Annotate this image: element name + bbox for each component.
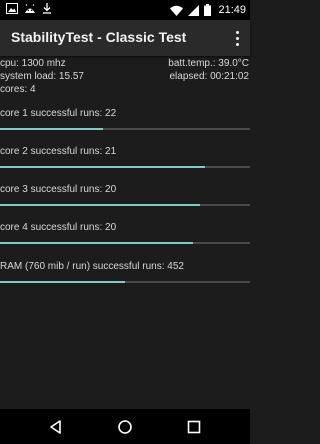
core-2-block: core 2 successful runs: 21 <box>0 146 250 176</box>
core-3-progress-track <box>0 204 250 206</box>
cpu-freq-text: cpu: 1300 mhz <box>0 58 66 69</box>
core-1-progress-fill <box>0 128 103 130</box>
core-3-label: core 3 successful runs: 20 <box>0 184 117 195</box>
core-4-label: core 4 successful runs: 20 <box>0 222 117 233</box>
battery-temp-text: batt.temp.: 39.0°C <box>168 58 249 69</box>
status-left-icons <box>6 3 52 14</box>
back-icon[interactable] <box>47 418 65 436</box>
ram-label: RAM (760 mib / run) successful runs: 452 <box>0 261 184 272</box>
status-clock: 21:49 <box>218 4 246 16</box>
download-icon <box>42 3 52 14</box>
system-load-text: system load: 15.57 <box>0 71 84 82</box>
core-2-label: core 2 successful runs: 21 <box>0 146 117 157</box>
home-icon[interactable] <box>116 418 134 436</box>
status-right-icons: 21:49 <box>170 3 246 17</box>
core-3-progress-fill <box>0 204 200 206</box>
core-1-block: core 1 successful runs: 22 <box>0 108 250 138</box>
core-4-progress-track <box>0 242 250 244</box>
elapsed-time-text: elapsed: 00:21:02 <box>169 71 249 82</box>
ram-progress-fill <box>0 281 125 283</box>
core-4-block: core 4 successful runs: 20 <box>0 222 250 252</box>
image-icon <box>6 3 18 14</box>
ram-progress-track <box>0 281 250 283</box>
core-1-progress-track <box>0 128 250 130</box>
signal-icon <box>188 4 200 16</box>
wifi-icon <box>170 5 184 16</box>
battery-icon <box>204 4 212 16</box>
core-2-progress-fill <box>0 166 205 168</box>
core-2-progress-track <box>0 166 250 168</box>
core-3-block: core 3 successful runs: 20 <box>0 184 250 214</box>
ram-block: RAM (760 mib / run) successful runs: 452 <box>0 261 250 291</box>
info-row-cores: cores: 4 <box>0 84 250 97</box>
android-icon <box>24 3 36 14</box>
info-row-cpu: cpu: 1300 mhz batt.temp.: 39.0°C <box>0 58 250 71</box>
info-row-load: system load: 15.57 elapsed: 00:21:02 <box>0 71 250 84</box>
status-bar: 21:49 <box>0 0 250 20</box>
core-1-label: core 1 successful runs: 22 <box>0 108 117 119</box>
page-title: StabilityTest - Classic Test <box>11 29 187 45</box>
test-content: cpu: 1300 mhz batt.temp.: 39.0°C system … <box>0 56 250 409</box>
core-4-progress-fill <box>0 242 193 244</box>
recents-icon[interactable] <box>185 418 203 436</box>
navigation-bar <box>0 409 250 444</box>
overflow-menu-icon[interactable] <box>234 29 240 47</box>
app-toolbar: StabilityTest - Classic Test <box>0 20 250 56</box>
cores-count-text: cores: 4 <box>0 84 36 95</box>
